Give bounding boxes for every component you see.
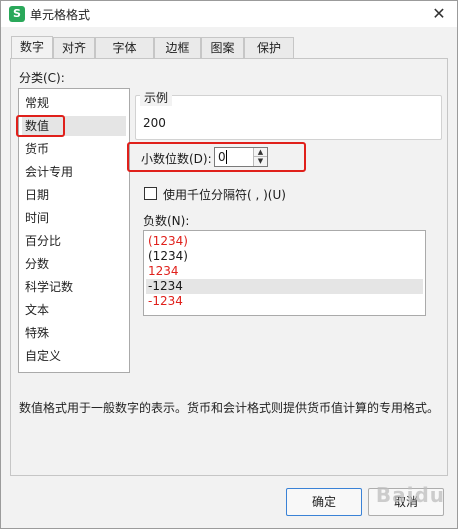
category-item-special[interactable]: 特殊 — [22, 323, 126, 343]
category-item-currency[interactable]: 货币 — [22, 139, 126, 159]
format-cells-dialog: S 单元格格式 ✕ 数字 对齐 字体 边框 图案 保护 分类(C): 常规 数值… — [0, 0, 458, 529]
category-item-general[interactable]: 常规 — [22, 93, 126, 113]
tab-border[interactable]: 边框 — [154, 37, 201, 59]
tab-number[interactable]: 数字 — [11, 36, 53, 59]
category-item-scientific[interactable]: 科学记数 — [22, 277, 126, 297]
dialog-title: 单元格格式 — [30, 8, 91, 22]
tab-font[interactable]: 字体 — [95, 37, 154, 59]
category-label: 分类(C): — [19, 71, 65, 85]
thousands-separator-label[interactable]: 使用千位分隔符( , )(U) — [163, 186, 286, 203]
highlight-box-category — [16, 115, 65, 137]
category-item-custom[interactable]: 自定义 — [22, 346, 126, 366]
cancel-button[interactable]: 取消 — [368, 488, 444, 516]
category-item-time[interactable]: 时间 — [22, 208, 126, 228]
title-bar: S 单元格格式 ✕ — [1, 1, 457, 27]
close-icon[interactable]: ✕ — [429, 4, 449, 24]
tab-pattern[interactable]: 图案 — [201, 37, 244, 59]
negative-numbers-list[interactable]: (1234) (1234) 1234 -1234 -1234 — [143, 230, 426, 316]
app-logo-icon: S — [9, 6, 25, 22]
sample-group — [135, 95, 442, 140]
negative-item[interactable]: (1234) — [146, 234, 423, 249]
category-item-accounting[interactable]: 会计专用 — [22, 162, 126, 182]
format-description: 数值格式用于一般数字的表示。货币和会计格式则提供货币值计算的专用格式。 — [19, 401, 440, 415]
negative-item-selected[interactable]: -1234 — [146, 279, 423, 294]
ok-button[interactable]: 确定 — [286, 488, 362, 516]
negative-numbers-label: 负数(N): — [143, 214, 190, 228]
sample-legend: 示例 — [140, 89, 173, 106]
negative-item[interactable]: -1234 — [146, 294, 423, 309]
sample-value: 200 — [143, 116, 166, 130]
category-item-fraction[interactable]: 分数 — [22, 254, 126, 274]
category-item-date[interactable]: 日期 — [22, 185, 126, 205]
highlight-box-decimal — [127, 142, 306, 172]
category-item-percentage[interactable]: 百分比 — [22, 231, 126, 251]
negative-item[interactable]: 1234 — [146, 264, 423, 279]
tab-alignment[interactable]: 对齐 — [53, 37, 95, 59]
thousands-separator-checkbox[interactable] — [144, 187, 157, 200]
negative-item[interactable]: (1234) — [146, 249, 423, 264]
tab-protection[interactable]: 保护 — [244, 37, 294, 59]
category-item-text[interactable]: 文本 — [22, 300, 126, 320]
